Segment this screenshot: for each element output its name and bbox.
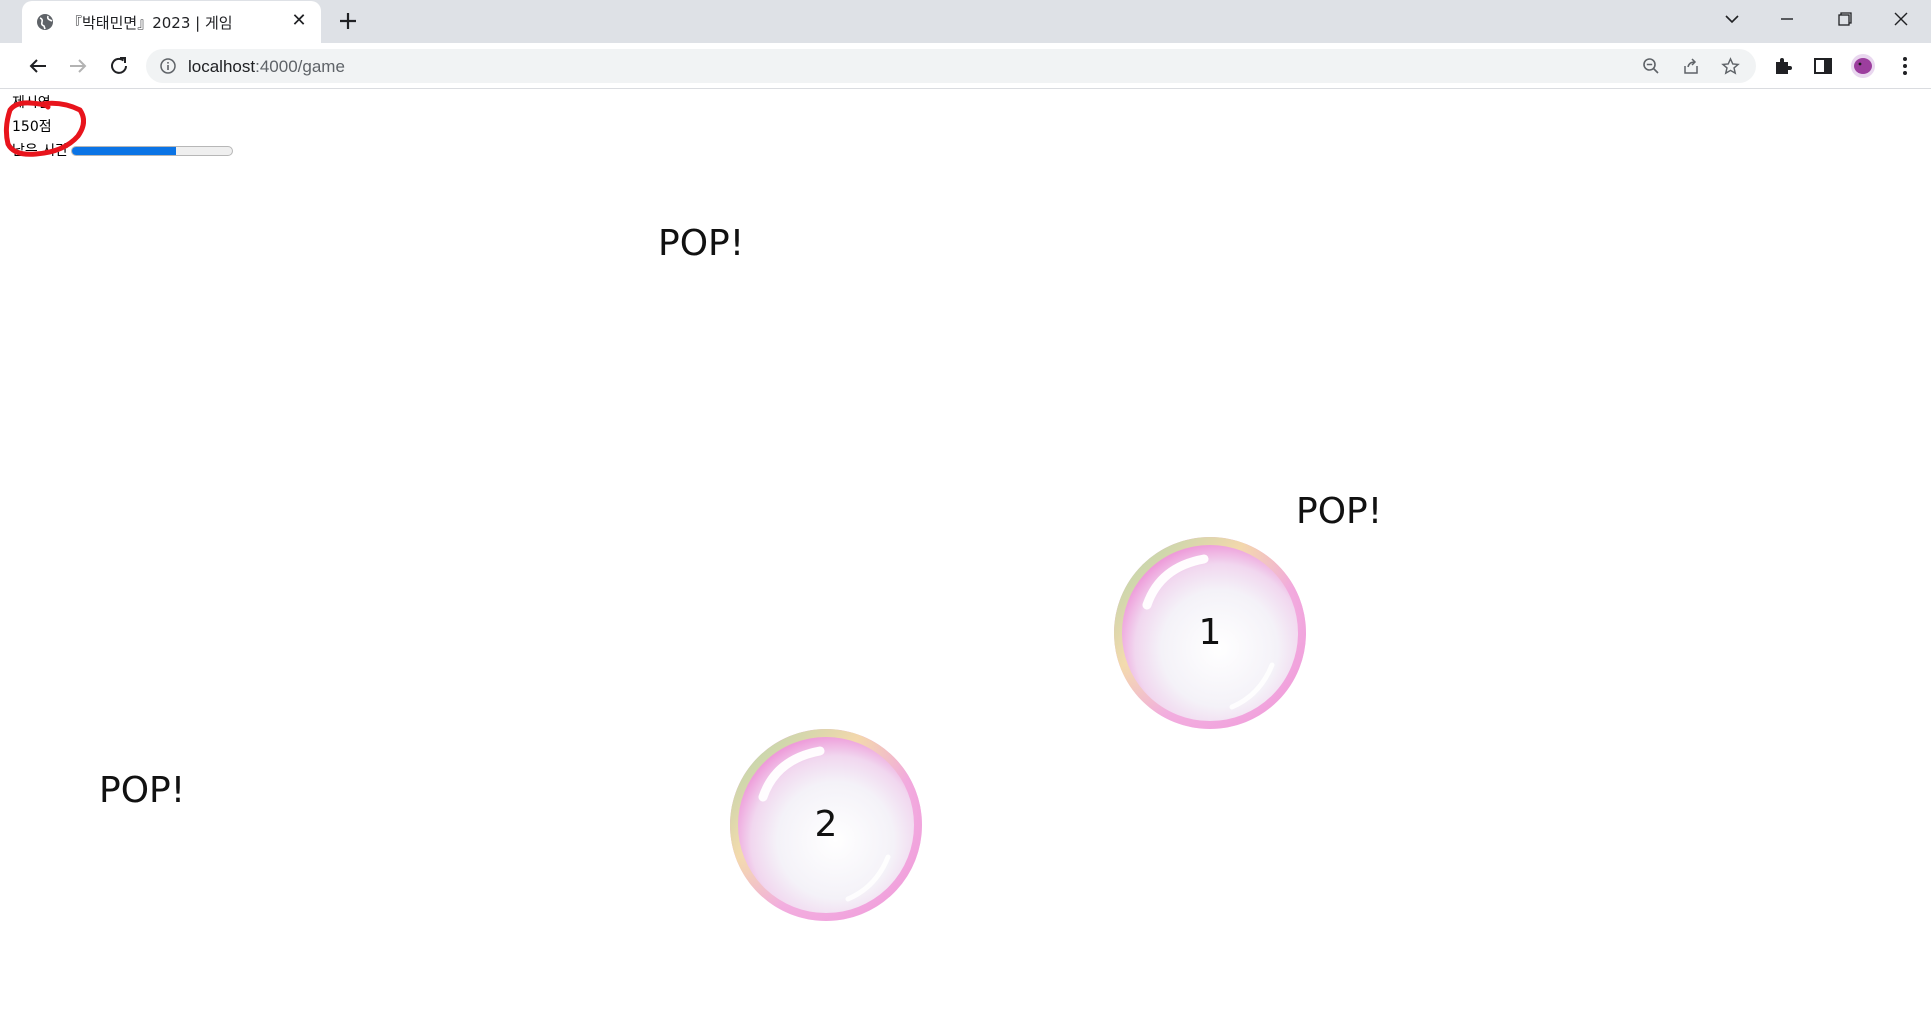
globe-icon [37, 14, 53, 30]
share-icon[interactable] [1682, 57, 1700, 75]
zoom-out-icon[interactable] [1642, 57, 1660, 75]
side-panel-icon[interactable] [1810, 53, 1836, 79]
close-window-icon[interactable] [1887, 8, 1915, 30]
time-progress-bar [70, 146, 233, 156]
game-hud: 제시연 150점 남은 시간 [12, 91, 233, 163]
pop-text: POP! [1296, 491, 1383, 532]
address-bar[interactable]: localhost:4000/game [146, 49, 1756, 83]
browser-tab[interactable]: 『박태민면』2023 | 게임 ✕ [22, 1, 321, 43]
browser-tab-strip: 『박태민면』2023 | 게임 ✕ [0, 0, 1931, 43]
url-text: localhost:4000/game [188, 57, 345, 77]
extensions-puzzle-icon[interactable] [1770, 53, 1796, 79]
time-label: 남은 시간 [12, 143, 68, 159]
player-name: 제시연 [12, 95, 51, 111]
info-icon[interactable] [160, 58, 176, 74]
back-arrow-icon[interactable] [25, 53, 51, 79]
pop-text: POP! [658, 223, 745, 264]
forward-arrow-icon[interactable] [65, 53, 91, 79]
tab-title: 『박태민면』2023 | 게임 [67, 14, 233, 32]
more-menu-icon[interactable] [1892, 53, 1918, 79]
profile-avatar-icon[interactable] [1850, 53, 1876, 79]
bubble-number: 1 [1198, 612, 1222, 653]
restore-icon[interactable] [1830, 8, 1858, 30]
bookmark-star-icon[interactable] [1721, 57, 1740, 76]
bubble[interactable]: 2 [728, 727, 924, 923]
score-text: 150점 [12, 119, 52, 135]
time-progress-fill [71, 147, 176, 155]
pop-text: POP! [99, 770, 186, 811]
browser-toolbar: localhost:4000/game [0, 43, 1931, 89]
new-tab-plus-icon[interactable] [336, 9, 360, 33]
url-path: :4000/game [255, 57, 345, 76]
url-host: localhost [188, 57, 256, 76]
game-page: 제시연 150점 남은 시간 POP! POP! POP! 1 2 [0, 89, 1931, 1030]
time-row: 남은 시간 [12, 139, 233, 163]
minimize-icon[interactable] [1773, 8, 1801, 30]
reload-icon[interactable] [106, 53, 132, 79]
tab-search-chevron-icon[interactable] [1718, 8, 1746, 30]
bubble-number: 2 [814, 804, 838, 845]
close-tab-icon[interactable]: ✕ [290, 12, 308, 30]
bubble[interactable]: 1 [1112, 535, 1308, 731]
